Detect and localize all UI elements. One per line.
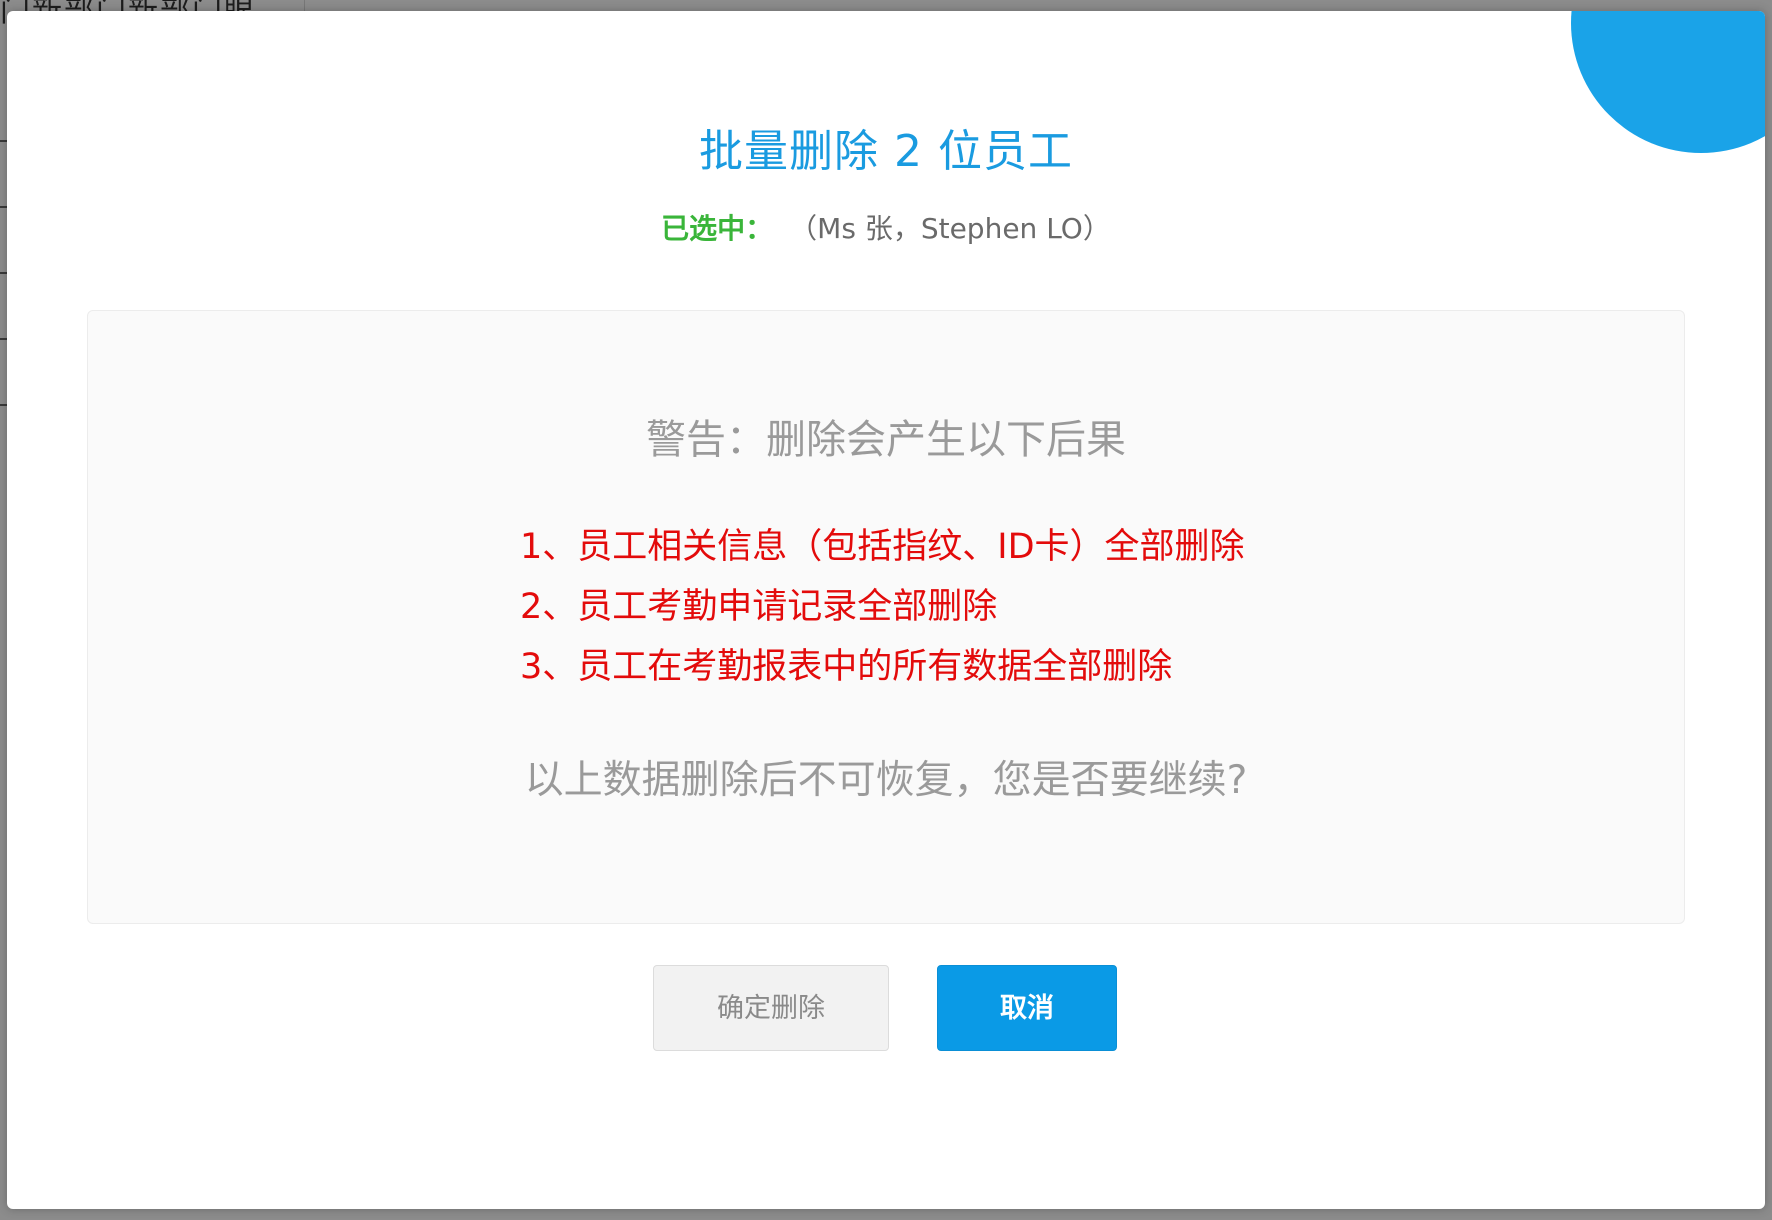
consequence-item: 3、员工在考勤报表中的所有数据全部删除 bbox=[520, 647, 1173, 687]
batch-delete-dialog: 批量删除 2 位员工 已选中： （Ms 张，Stephen LO） 警告：删除会产… bbox=[7, 11, 1765, 1209]
warning-heading: 警告：删除会产生以下后果 bbox=[646, 417, 1126, 463]
dialog-title: 批量删除 2 位员工 bbox=[699, 126, 1073, 177]
warning-panel: 警告：删除会产生以下后果 1、员工相关信息（包括指纹、ID卡）全部删除 2、员工… bbox=[87, 310, 1685, 924]
confirm-question: 以上数据删除后不可恢复，您是否要继续? bbox=[524, 758, 1248, 803]
screen: 门新部门新部门眼 批量删除 2 位员工 已选中：（Ms 张，Stephen LO… bbox=[0, 0, 1772, 1220]
confirm-delete-button[interactable]: 确定删除 bbox=[653, 965, 889, 1051]
selected-label: 已选中： bbox=[661, 212, 774, 245]
selected-names: （Ms 张，Stephen LO） bbox=[803, 212, 1111, 245]
cancel-button[interactable]: 取消 bbox=[937, 965, 1117, 1051]
consequence-item: 2、员工考勤申请记录全部删除 bbox=[520, 587, 998, 627]
consequence-list: 1、员工相关信息（包括指纹、ID卡）全部删除 2、员工考勤申请记录全部删除 3、… bbox=[520, 517, 1245, 697]
consequence-item: 1、员工相关信息（包括指纹、ID卡）全部删除 bbox=[520, 527, 1245, 567]
selected-employees: 已选中： （Ms 张，Stephen LO） bbox=[7, 207, 1765, 247]
